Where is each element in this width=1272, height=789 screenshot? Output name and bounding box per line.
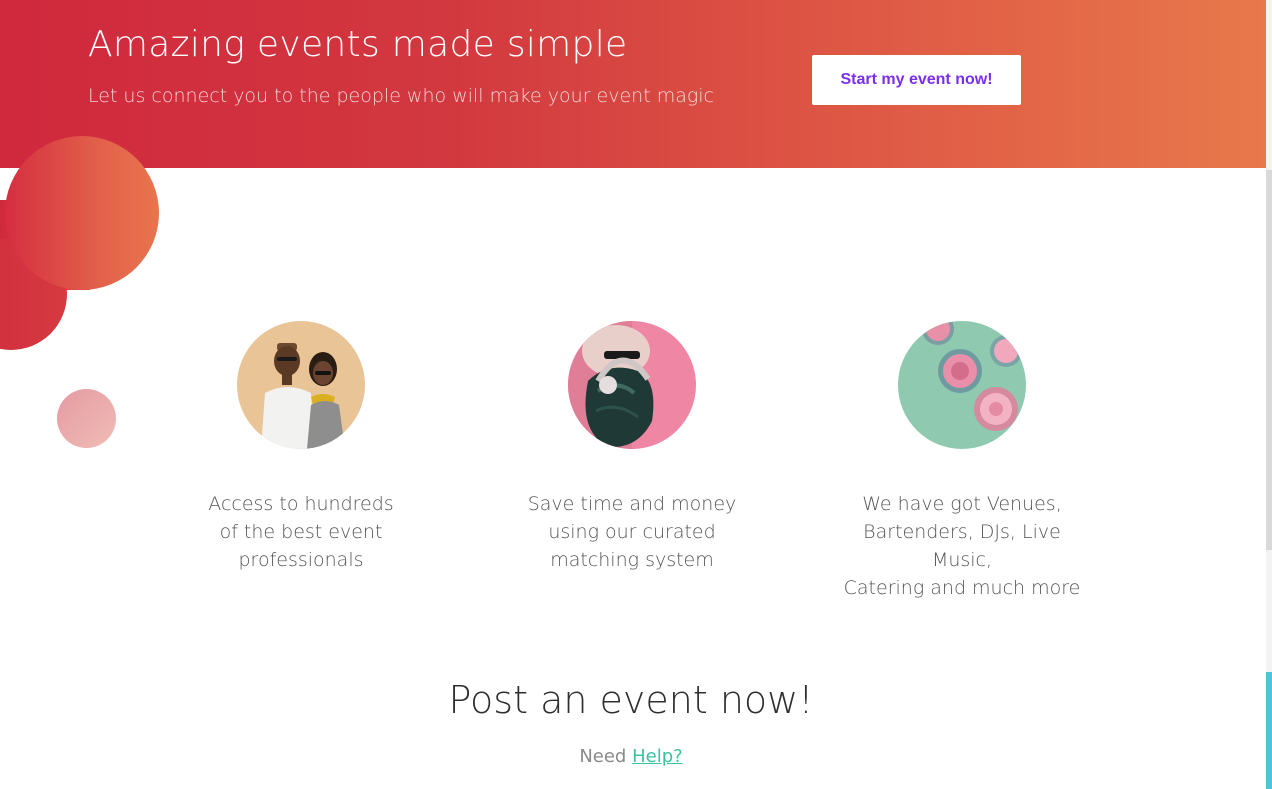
hero-subtitle: Let us connect you to the people who wil… [88,85,714,107]
hero-title: Amazing events made simple [88,24,628,65]
donuts-photo [898,321,1026,449]
feature-item: Save time and money using our curated ma… [502,321,762,574]
feature-description: We have got Venues, Bartenders, DJs, Liv… [843,493,1081,599]
post-event-heading: Post an event now! [448,678,814,722]
scrollbar-thumb[interactable] [1266,170,1272,550]
decorative-circle [57,389,116,448]
decorative-blob [5,136,159,290]
help-line: Need Help? [0,746,1262,767]
help-prefix: Need [579,746,627,767]
feature-description: Save time and money using our curated ma… [527,493,737,571]
headphones-woman-photo [568,321,696,449]
feature-description: Access to hundreds of the best event pro… [208,493,394,571]
hero-banner: Amazing events made simple Let us connec… [0,0,1266,168]
start-event-button[interactable]: Start my event now! [812,55,1021,105]
landing-page: Amazing events made simple Let us connec… [0,0,1272,789]
couple-photo [237,321,365,449]
feature-item: Access to hundreds of the best event pro… [171,321,431,574]
feature-item: We have got Venues, Bartenders, DJs, Liv… [832,321,1092,602]
help-link[interactable]: Help? [632,746,683,767]
edge-accent [1266,672,1272,789]
